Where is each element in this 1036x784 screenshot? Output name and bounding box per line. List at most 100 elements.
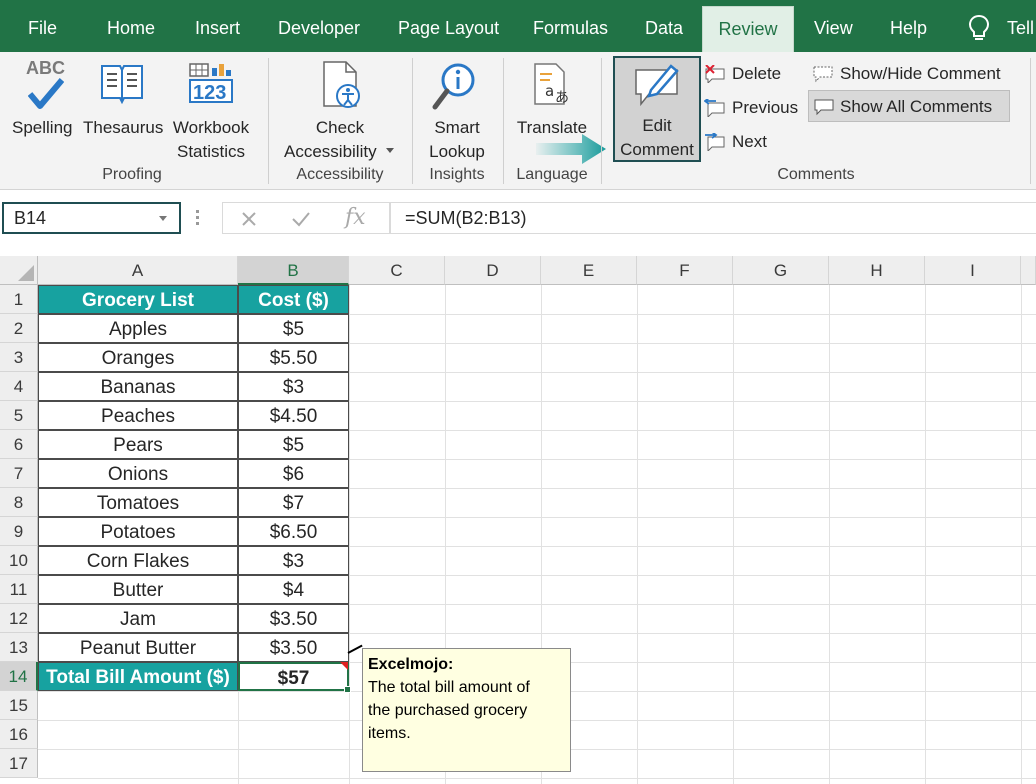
lightbulb-icon	[968, 14, 990, 40]
row-header[interactable]: 7	[0, 459, 38, 488]
total-label-cell[interactable]: Total Bill Amount ($)	[38, 662, 238, 691]
table-cell[interactable]: Pears	[38, 430, 238, 459]
column-header-c[interactable]: C	[349, 256, 445, 285]
smart-lookup-label-line2: Lookup	[429, 142, 485, 161]
workbook-statistics-button[interactable]: 123 Workbook Statistics	[166, 56, 256, 164]
thesaurus-label: Thesaurus	[83, 118, 164, 137]
table-cell[interactable]: $3.50	[238, 604, 349, 633]
total-value-cell[interactable]: $57	[238, 662, 349, 691]
comment-box[interactable]: Excelmojo: The total bill amount of the …	[362, 648, 571, 772]
table-cell[interactable]: Apples	[38, 314, 238, 343]
spelling-label: Spelling	[12, 118, 73, 137]
table-cell[interactable]: Bananas	[38, 372, 238, 401]
table-cell[interactable]: Oranges	[38, 343, 238, 372]
table-cell[interactable]: Peanut Butter	[38, 633, 238, 662]
table-cell[interactable]: $3.50	[238, 633, 349, 662]
enter-check-icon[interactable]	[291, 211, 311, 227]
row-header[interactable]: 10	[0, 546, 38, 575]
chevron-down-icon[interactable]	[159, 216, 167, 221]
column-header-e[interactable]: E	[541, 256, 637, 285]
svg-text:a: a	[545, 82, 554, 100]
row-header[interactable]: 2	[0, 314, 38, 343]
column-header-b[interactable]: B	[238, 256, 349, 285]
row-header[interactable]: 17	[0, 749, 38, 778]
row-header[interactable]: 15	[0, 691, 38, 720]
smart-lookup-icon	[432, 63, 475, 110]
table-cell[interactable]: $6.50	[238, 517, 349, 546]
spreadsheet-grid: A B C D E F G H I 1 2 3 4 5 6 7 8 9 10 1…	[0, 254, 1036, 784]
table-header-cell[interactable]: Cost ($)	[238, 285, 349, 314]
table-cell[interactable]: $5	[238, 314, 349, 343]
table-cell[interactable]: $4	[238, 575, 349, 604]
table-cell[interactable]: Butter	[38, 575, 238, 604]
ribbon-separator	[1030, 58, 1031, 184]
column-header-d[interactable]: D	[445, 256, 541, 285]
table-cell[interactable]: Potatoes	[38, 517, 238, 546]
tab-tell-me[interactable]: Tell	[1007, 0, 1034, 52]
row-header[interactable]: 14	[0, 662, 38, 691]
row-header[interactable]: 13	[0, 633, 38, 662]
table-cell[interactable]: Corn Flakes	[38, 546, 238, 575]
table-cell[interactable]: $3	[238, 546, 349, 575]
tab-review[interactable]: Review	[702, 6, 794, 58]
next-comment-icon	[705, 133, 725, 151]
edit-comment-label-line1: Edit	[642, 116, 672, 135]
column-header-i[interactable]: I	[925, 256, 1021, 285]
edit-comment-button[interactable]: Edit Comment	[613, 56, 701, 162]
column-header-j[interactable]	[1021, 256, 1036, 285]
svg-text:あ: あ	[555, 90, 569, 106]
fill-handle[interactable]	[344, 686, 351, 693]
tab-help[interactable]: Help	[890, 0, 927, 52]
row-header[interactable]: 9	[0, 517, 38, 546]
row-header[interactable]: 3	[0, 343, 38, 372]
row-header[interactable]: 1	[0, 285, 38, 314]
table-cell[interactable]: $4.50	[238, 401, 349, 430]
table-cell[interactable]: $5	[238, 430, 349, 459]
show-all-comments-button[interactable]: Show All Comments	[808, 90, 1010, 122]
tab-formulas[interactable]: Formulas	[533, 0, 608, 52]
tab-developer[interactable]: Developer	[278, 0, 360, 52]
row-header[interactable]: 5	[0, 401, 38, 430]
formula-bar-grip-icon[interactable]	[196, 210, 199, 228]
table-cell[interactable]: Jam	[38, 604, 238, 633]
spelling-button[interactable]: ABC Spelling	[10, 56, 80, 164]
accessibility-group-label: Accessibility	[296, 166, 384, 183]
insert-function-icon[interactable]: fx	[345, 205, 366, 230]
row-header[interactable]: 12	[0, 604, 38, 633]
column-header-f[interactable]: F	[637, 256, 733, 285]
column-header-a[interactable]: A	[38, 256, 238, 285]
tab-view[interactable]: View	[814, 0, 853, 52]
ribbon-separator	[268, 58, 269, 184]
column-header-h[interactable]: H	[829, 256, 925, 285]
column-header-g[interactable]: G	[733, 256, 829, 285]
table-cell[interactable]: $6	[238, 459, 349, 488]
table-cell[interactable]: Onions	[38, 459, 238, 488]
formula-input[interactable]: =SUM(B2:B13)	[390, 202, 1036, 234]
row-header[interactable]: 16	[0, 720, 38, 749]
tab-file[interactable]: File	[28, 0, 57, 52]
row-header[interactable]: 4	[0, 372, 38, 401]
name-box[interactable]: B14	[2, 202, 181, 234]
table-header-cell[interactable]: Grocery List	[38, 285, 238, 314]
smart-lookup-button[interactable]: Smart Lookup	[420, 56, 494, 164]
menu-bar: File Home Insert Developer Page Layout F…	[0, 0, 1036, 58]
show-hide-comment-label: Show/Hide Comment	[840, 64, 1001, 83]
check-accessibility-button[interactable]: Check Accessibility	[276, 56, 404, 164]
row-header[interactable]: 8	[0, 488, 38, 517]
select-all-button[interactable]	[0, 256, 38, 285]
tab-page-layout[interactable]: Page Layout	[398, 0, 499, 52]
table-cell[interactable]: $3	[238, 372, 349, 401]
show-all-comments-icon	[814, 99, 834, 116]
tab-insert[interactable]: Insert	[195, 0, 240, 52]
tab-data[interactable]: Data	[645, 0, 683, 52]
table-cell[interactable]: $5.50	[238, 343, 349, 372]
row-header[interactable]: 6	[0, 430, 38, 459]
cancel-icon[interactable]	[241, 211, 257, 227]
table-cell[interactable]: Tomatoes	[38, 488, 238, 517]
tab-home[interactable]: Home	[107, 0, 155, 52]
thesaurus-button[interactable]: Thesaurus	[82, 56, 164, 164]
table-cell[interactable]: Peaches	[38, 401, 238, 430]
table-cell[interactable]: $7	[238, 488, 349, 517]
row-header[interactable]: 11	[0, 575, 38, 604]
comment-text-line: items.	[368, 725, 411, 742]
